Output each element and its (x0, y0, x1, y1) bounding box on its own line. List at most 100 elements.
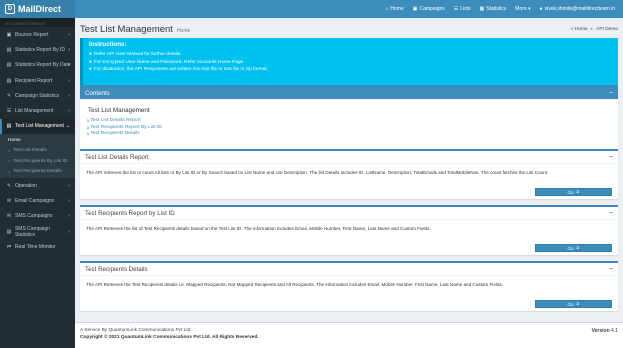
report-icon: ▤ (6, 77, 12, 84)
section-description: The API Retrieves the list of Test Recip… (86, 226, 431, 231)
user-icon: ● (539, 6, 543, 12)
footer-copyright: Copyright © 2021 QuantumLink Communicati… (80, 335, 259, 340)
chevron-down-icon: ⌄ (65, 123, 70, 130)
page-subtitle: Home (176, 27, 191, 34)
pencil-icon: ✎ (6, 182, 12, 189)
brand-logo[interactable]: D MailDirect (0, 0, 75, 18)
submenu-label: Test Recipients Details (13, 169, 62, 175)
nav-campaigns[interactable]: ▣ Campaigns (413, 6, 445, 12)
sidebar-item-operation[interactable]: ✎ Operation ‹ (0, 178, 75, 193)
nav-more-dropdown[interactable]: More ▾ (515, 6, 530, 12)
pencil-icon: ✎ (6, 92, 12, 99)
chevron-left-icon: ‹ (68, 228, 70, 235)
section-test-recipients-report-by-list-id: Test Recipients Report by List ID − The … (80, 205, 618, 255)
sidebar-item-email-campaigns[interactable]: ✉ Email Campaigns ‹ (0, 193, 75, 208)
chevron-left-icon: ‹ (68, 213, 70, 220)
collapse-icon[interactable]: − (609, 210, 613, 217)
sidebar-item-label: Email Campaigns (15, 198, 55, 205)
sidebar-item-bounce-report[interactable]: ▣ Bounce Report ‹ (0, 27, 75, 42)
go-button-test-list-details[interactable]: Go ➲ (535, 188, 612, 196)
section-header: Test Recipients Report by List ID − (80, 207, 618, 220)
arrow-circle-right-icon: ➲ (575, 189, 580, 194)
sidebar-item-label: List Management (15, 108, 54, 115)
footer-version: Version 4.1 (592, 328, 618, 334)
chevron-left-icon: ‹ (68, 108, 70, 115)
sidebar-item-real-time-monitor[interactable]: ⇄ Real Time Monitor (0, 239, 75, 254)
chevron-left-icon: ‹ (68, 182, 70, 189)
circle-icon: ○ (8, 148, 11, 153)
sidebar-submenu: Home ○ Test List Details ○ Test Recipients… (0, 134, 75, 179)
collapse-icon[interactable]: − (609, 90, 613, 97)
page-header: Test List Management Home ⌂ Home ▸ API De… (80, 22, 618, 36)
envelope-icon: ✉ (6, 198, 12, 205)
user-menu[interactable]: ● vivek.shinde@maildirectteam.in (540, 6, 615, 12)
nav-campaigns-label: Campaigns (419, 6, 445, 12)
sidebar-item-sms-campaign-statistics[interactable]: ▤ SMS Campaign Statistics ‹ (0, 224, 75, 239)
sidebar-item-label: Bounce Report (15, 31, 49, 38)
nav-more-label: More ▾ (515, 6, 531, 12)
nav-home[interactable]: ⌂ Home (385, 6, 403, 12)
breadcrumb: ⌂ Home ▸ API Demo (571, 27, 618, 32)
nav-statistics[interactable]: ▦ Statistics (480, 6, 507, 12)
arrow-circle-right-icon: ➲ (575, 301, 580, 306)
instruction-item: ● Refer API User Manual for further detai… (89, 51, 612, 59)
circle-icon: ○ (8, 169, 11, 174)
link-text: Test Recipients Details (90, 131, 140, 136)
sidebar-item-recipient-report[interactable]: ▤ Recipient Report ‹ (0, 73, 75, 88)
section-title: Test List Details Report (85, 153, 149, 161)
sidebar-item-label: Operation (15, 182, 37, 189)
sidebar-item-statistics-report-by-date[interactable]: ▤ Statistics Report By Date ‹ (0, 58, 75, 73)
go-label: Go (567, 189, 574, 195)
section-title: Test Recipients Details (85, 265, 148, 273)
campaigns-icon: ▣ (412, 6, 418, 12)
instruction-text: For Illustration, the API Responses are … (93, 67, 269, 72)
main-content: Test List Management Home ⌂ Home ▸ API De… (75, 18, 623, 348)
bullet-icon: ● (89, 59, 92, 65)
go-button-test-recipients-details[interactable]: Go ➲ (535, 300, 612, 308)
sidebar-item-campaign-statistics[interactable]: ✎ Campaign Statistics ‹ (0, 88, 75, 103)
link-test-recipients-details[interactable]: ➲ Test Recipients Details (86, 131, 612, 138)
report-icon: ▤ (6, 123, 12, 130)
section-title: Test Recipients Report by List ID (85, 209, 175, 217)
sidebar-item-label: Recipient Report (15, 77, 53, 84)
nav-lists[interactable]: ☰ Lists (454, 6, 471, 12)
top-navbar: ⌂ Home ▣ Campaigns ☰ Lists ▦ Statistics More… (75, 0, 623, 18)
arrow-circle-right-icon: ➲ (575, 245, 580, 250)
submenu-item-test-recipients-details[interactable]: ○ Test Recipients Details (0, 167, 75, 178)
section-description: The API Retrieves the Test Recipients de… (86, 282, 504, 287)
sidebar-item-statistics-report-by-id[interactable]: ▤ Statistics Report By ID ‹ (0, 42, 75, 57)
nav-home-label: Home (390, 6, 404, 12)
lists-icon: ☰ (453, 6, 459, 12)
contents-title: Test List Management (88, 107, 150, 114)
section-body: The API Retrieves the Test Recipients de… (80, 276, 618, 293)
sidebar-item-label: Test List Management (15, 123, 64, 130)
sidebar-item-label: Real Time Monitor (15, 243, 56, 250)
submenu-item-test-list-details[interactable]: ○ Test List Details (0, 146, 75, 157)
contents-header: Contents − (80, 87, 618, 100)
section-description: The API retrieves the list or count All … (86, 170, 548, 175)
bullet-icon: ● (89, 52, 92, 57)
collapse-icon[interactable]: − (609, 154, 613, 161)
submenu-item-test-recipients-by-list-id[interactable]: ○ Test Recipients By List ID (0, 156, 75, 167)
user-email: vivek.shinde@maildirectteam.in (544, 6, 615, 12)
go-button-test-recipients-by-list-id[interactable]: Go ➲ (535, 244, 612, 252)
breadcrumb-home[interactable]: Home (575, 27, 588, 32)
sidebar-item-label: SMS Campaigns (15, 213, 53, 220)
bullet-icon: ● (89, 67, 92, 72)
arrow-circle-icon: ➲ (86, 131, 90, 136)
sidebar-item-sms-campaigns[interactable]: ✉ SMS Campaigns ‹ (0, 209, 75, 224)
sidebar-header: MYLIBERATIONSANS (0, 18, 75, 27)
sidebar-item-test-list-management[interactable]: ▤ Test List Management ⌄ (0, 118, 75, 135)
report-icon: ▤ (6, 46, 12, 53)
chevron-left-icon: ‹ (68, 31, 70, 38)
contents-body: Test List Management ➲ Test List Details … (80, 100, 618, 143)
chevron-left-icon: ‹ (68, 62, 70, 69)
section-body: The API Retrieves the list of Test Recip… (80, 220, 618, 237)
breadcrumb-current: API Demo (596, 26, 618, 32)
submenu-item-home[interactable]: Home (0, 135, 75, 146)
circle-icon: ○ (8, 159, 11, 164)
chevron-left-icon: ‹ (68, 198, 70, 205)
collapse-icon[interactable]: − (609, 266, 613, 273)
sidebar-item-list-management[interactable]: ☰ List Management ‹ (0, 103, 75, 118)
submenu-label: Home (8, 137, 21, 143)
